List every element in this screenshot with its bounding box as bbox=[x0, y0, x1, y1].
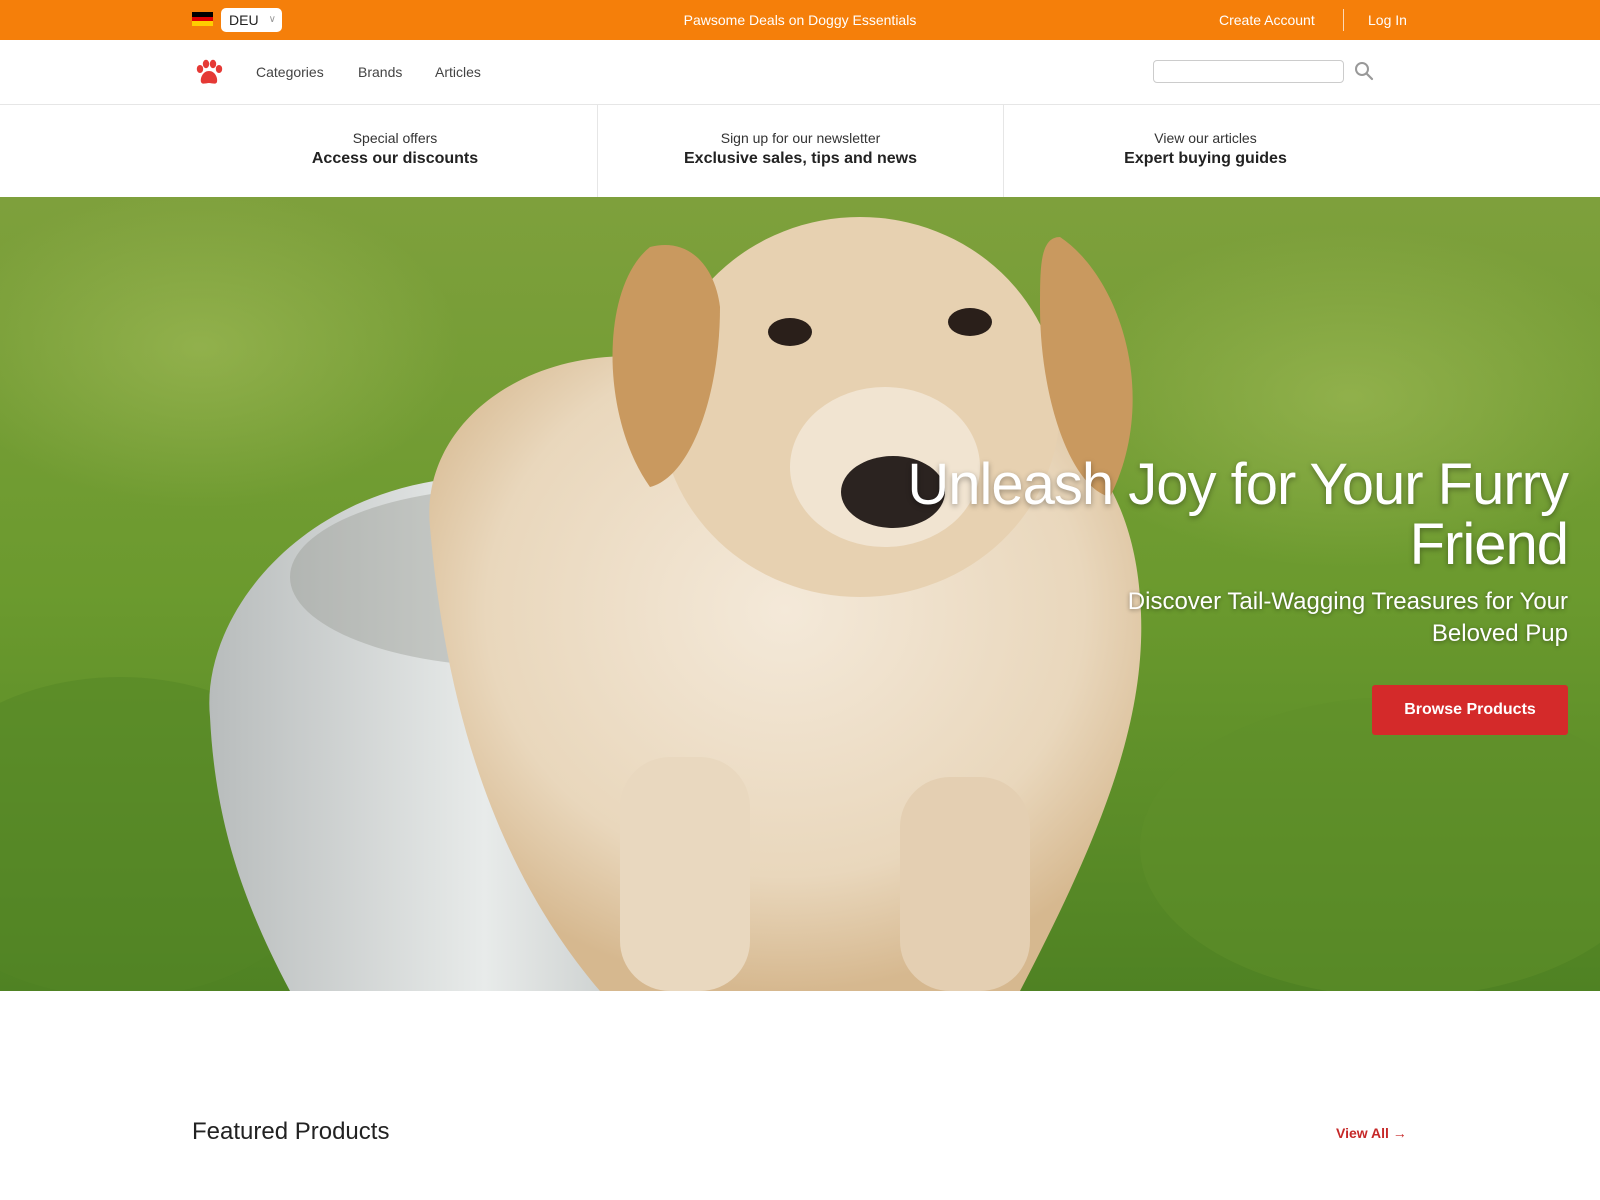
articles-heading: Expert buying guides bbox=[1124, 150, 1287, 167]
newsletter-label: Sign up for our newsletter bbox=[720, 130, 881, 146]
login-link[interactable]: Log In bbox=[1368, 0, 1407, 40]
divider bbox=[1343, 9, 1344, 31]
special-offers-label: Special offers bbox=[352, 130, 438, 146]
nav-link-articles[interactable]: Articles bbox=[435, 40, 481, 105]
nav-link-brands[interactable]: Brands bbox=[358, 40, 402, 105]
search-icon[interactable] bbox=[1354, 61, 1374, 81]
promo-text: Pawsome Deals on Doggy Essentials bbox=[683, 12, 917, 28]
newsletter-heading: Exclusive sales, tips and news bbox=[684, 150, 917, 167]
browse-products-button[interactable]: Browse Products bbox=[1372, 685, 1568, 735]
hero-title: Unleash Joy for Your Furry Friend bbox=[907, 452, 1569, 577]
special-offers-heading: Access our discounts bbox=[311, 150, 479, 167]
language-select[interactable]: DEU ∨ bbox=[221, 8, 282, 32]
special-offers-link[interactable]: Special offers Access our discounts bbox=[193, 105, 597, 197]
chevron-down-icon: ∨ bbox=[268, 14, 276, 25]
nav-link-categories[interactable]: Categories bbox=[256, 40, 324, 105]
newsletter-link[interactable]: Sign up for our newsletter Exclusive sal… bbox=[598, 105, 1003, 197]
main-nav: Categories Brands Articles bbox=[0, 40, 1600, 105]
hero-banner: Unleash Joy for Your Furry Friend Discov… bbox=[0, 197, 1600, 991]
featured-products-heading: Featured Products bbox=[192, 1118, 390, 1145]
search-input[interactable] bbox=[1153, 60, 1344, 83]
articles-label: View our articles bbox=[1154, 130, 1257, 146]
hero-subtitle: Discover Tail-Wagging Treasures for Your… bbox=[1127, 588, 1568, 647]
paw-icon[interactable] bbox=[195, 58, 223, 86]
language-value: DEU bbox=[229, 12, 259, 28]
create-account-link[interactable]: Create Account bbox=[1219, 0, 1315, 40]
promo-strip: Special offers Access our discounts Sign… bbox=[0, 105, 1600, 197]
top-bar: DEU ∨ Pawsome Deals on Doggy Essentials … bbox=[0, 0, 1600, 40]
germany-flag-icon bbox=[192, 12, 213, 26]
view-all-link[interactable]: View All → bbox=[1336, 1125, 1407, 1141]
articles-link[interactable]: View our articles Expert buying guides bbox=[1004, 105, 1407, 197]
